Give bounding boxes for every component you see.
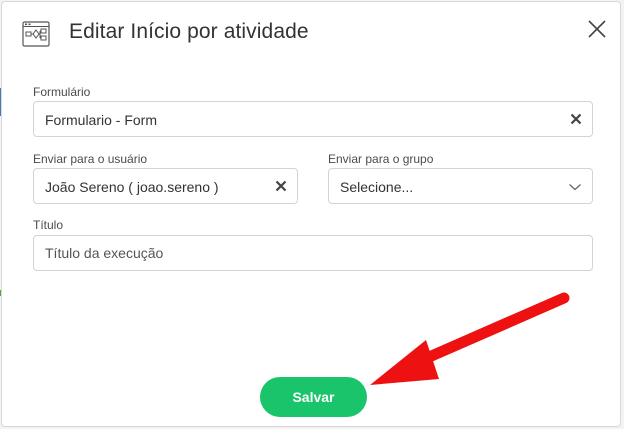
chevron-down-icon[interactable]: [568, 182, 582, 192]
user-select[interactable]: João Sereno ( joao.sereno ): [33, 168, 298, 204]
clear-x-icon[interactable]: [275, 180, 287, 192]
workflow-diagram-icon: [22, 21, 50, 47]
title-field-label: Título: [33, 218, 64, 232]
title-input[interactable]: [34, 236, 592, 270]
user-field-label: Enviar para o usuário: [33, 152, 148, 166]
modal-header: Editar Início por atividade: [2, 2, 620, 64]
user-select-value: João Sereno ( joao.sereno ): [45, 179, 219, 195]
modal-title: Editar Início por atividade: [69, 20, 309, 43]
edit-start-activity-modal: Editar Início por atividade Formulário F…: [1, 1, 621, 427]
form-field-label: Formulário: [33, 85, 91, 99]
group-field-label: Enviar para o grupo: [328, 152, 434, 166]
group-select-value: Selecione...: [340, 179, 414, 195]
save-button[interactable]: Salvar: [260, 377, 367, 417]
form-select-value: Formulario - Form: [45, 112, 158, 128]
clear-x-icon[interactable]: [570, 113, 582, 125]
group-select[interactable]: Selecione...: [328, 168, 593, 204]
form-select[interactable]: Formulario - Form: [33, 101, 593, 137]
close-icon[interactable]: [586, 18, 608, 40]
title-field[interactable]: [33, 235, 593, 271]
